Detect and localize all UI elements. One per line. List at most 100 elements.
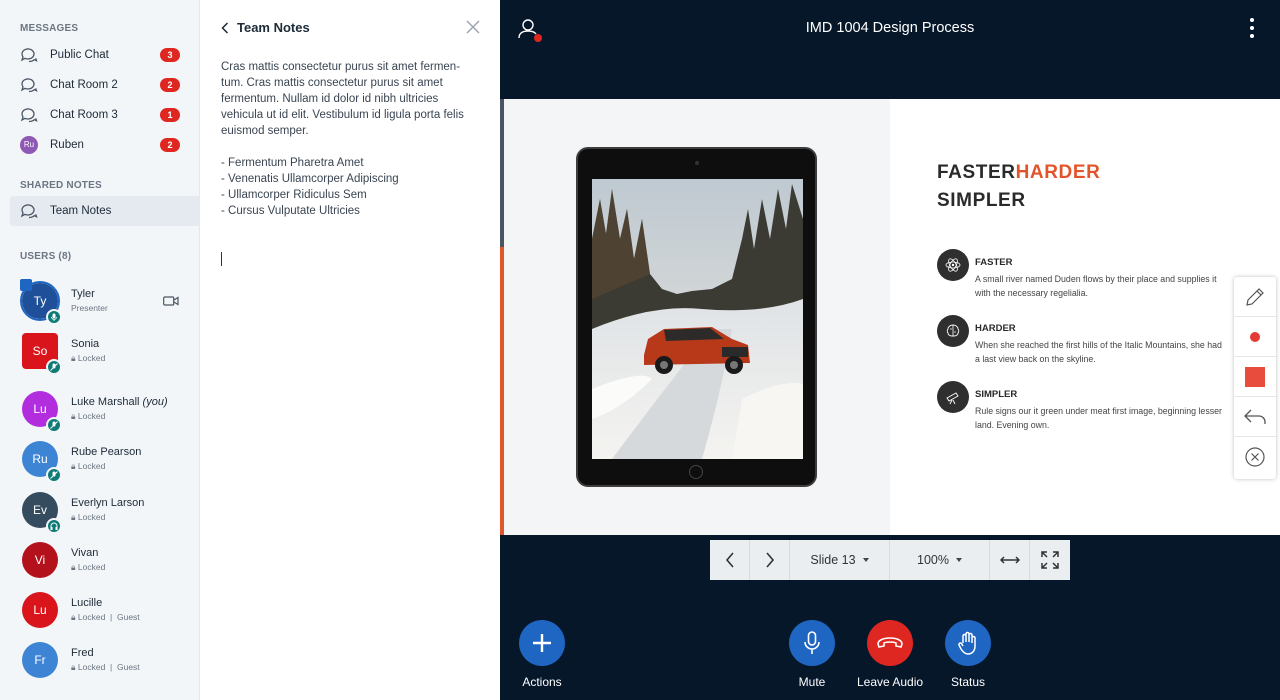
sidebar-item-team-notes[interactable]: Team Notes bbox=[10, 196, 200, 226]
mic-icon bbox=[46, 309, 62, 325]
prev-slide-button[interactable] bbox=[710, 540, 750, 580]
notes-label: Team Notes bbox=[50, 205, 112, 217]
lock-icon: 🔒︎ bbox=[71, 461, 76, 471]
feature-title: SIMPLER bbox=[975, 389, 1018, 400]
user-name: Sonia bbox=[71, 338, 100, 350]
slide-heading: FASTERHARDER SIMPLER bbox=[937, 159, 1100, 215]
tablet-camera bbox=[695, 161, 699, 165]
mute-label: Mute bbox=[798, 675, 826, 689]
next-slide-button[interactable] bbox=[750, 540, 790, 580]
meeting-title: IMD 1004 Design Process bbox=[805, 20, 975, 36]
hand-icon bbox=[945, 620, 991, 666]
slide-image-panel bbox=[504, 99, 890, 535]
notes-bullet: - Fermentum Pharetra Amet bbox=[221, 157, 364, 169]
red-dot-icon bbox=[1250, 331, 1260, 342]
presentation-slide: FASTERHARDER SIMPLER FASTER A small rive… bbox=[504, 99, 1280, 535]
heading-faster: FASTER bbox=[937, 162, 1016, 183]
zoom-label: 100% bbox=[917, 553, 949, 567]
fit-width-button[interactable] bbox=[990, 540, 1030, 580]
user-status: 🔒︎ Locked bbox=[71, 512, 106, 522]
user-status: 🔒︎ Locked bbox=[71, 562, 106, 572]
feature-desc: When she reached the first hills of the … bbox=[975, 340, 1222, 364]
feature-desc: Rule signs our it green under meat first… bbox=[975, 406, 1222, 430]
user-status: 🔒︎ Locked bbox=[71, 353, 106, 363]
red-square-icon bbox=[1245, 366, 1265, 387]
pencil-tool[interactable] bbox=[1234, 277, 1276, 317]
undo-tool[interactable] bbox=[1234, 397, 1276, 437]
messages-title: MESSAGES bbox=[20, 23, 79, 34]
close-icon[interactable] bbox=[466, 20, 480, 34]
fullscreen-icon bbox=[1041, 551, 1059, 569]
undo-icon bbox=[1244, 409, 1266, 424]
presenter-icon bbox=[20, 279, 32, 291]
sidebar-item-chat-room-2[interactable]: Chat Room 2 2 bbox=[10, 70, 200, 100]
mute-button[interactable]: Mute bbox=[767, 620, 857, 689]
user-name: Lucille bbox=[71, 597, 103, 609]
main-area: IMD 1004 Design Process FASTERHARDER SIM… bbox=[500, 0, 1280, 700]
avatar: Lu bbox=[22, 592, 58, 628]
user-item-everlyn-larson[interactable]: Ev Everlyn Larson 🔒︎ Locked bbox=[20, 488, 200, 534]
text-cursor bbox=[221, 252, 222, 266]
user-name: Tyler bbox=[71, 288, 95, 300]
user-item-rube-pearson[interactable]: Ru Rube Pearson 🔒︎ Locked bbox=[20, 437, 200, 483]
chevron-left-icon[interactable] bbox=[221, 21, 229, 34]
chat-icon bbox=[20, 108, 38, 123]
user-item-vivan[interactable]: Vi Vivan 🔒︎ Locked bbox=[20, 538, 200, 582]
leave-audio-label: Leave Audio bbox=[856, 675, 924, 689]
heading-harder: HARDER bbox=[1015, 162, 1101, 183]
fit-width-icon bbox=[999, 556, 1020, 564]
avatar: Ru bbox=[20, 136, 38, 154]
notes-icon bbox=[20, 204, 38, 219]
annotation-toolbar bbox=[1234, 277, 1276, 479]
fill-color-tool[interactable] bbox=[1234, 357, 1276, 397]
user-item-lucille[interactable]: Lu Lucille 🔒︎ Locked | Guest bbox=[20, 588, 200, 632]
mic-muted-icon bbox=[46, 417, 62, 433]
chat-label: Chat Room 3 bbox=[50, 109, 118, 121]
pencil-icon bbox=[1246, 287, 1264, 306]
user-name: Fred bbox=[71, 647, 94, 659]
shared-notes-title: SHARED NOTES bbox=[20, 180, 102, 191]
sidebar-item-chat-room-3[interactable]: Chat Room 3 1 bbox=[10, 100, 200, 130]
notes-header: Team Notes bbox=[221, 20, 310, 35]
lock-icon: 🔒︎ bbox=[71, 512, 76, 522]
user-item-fred[interactable]: Fr Fred 🔒︎ Locked | Guest bbox=[20, 638, 200, 682]
fullscreen-button[interactable] bbox=[1030, 540, 1070, 580]
more-options-icon[interactable] bbox=[1250, 18, 1254, 42]
sidebar-item-ruben[interactable]: Ru Ruben 2 bbox=[10, 130, 200, 160]
mic-muted-icon bbox=[46, 359, 62, 375]
car-photo bbox=[592, 179, 803, 459]
notes-panel: Team Notes Cras mattis consectetur purus… bbox=[201, 0, 500, 700]
unread-badge: 2 bbox=[160, 138, 180, 152]
notes-paragraph: Cras mattis consectetur purus sit amet f… bbox=[221, 61, 464, 137]
chevron-left-icon bbox=[725, 552, 734, 568]
zoom-select[interactable]: 100% bbox=[890, 540, 990, 580]
status-label: Status bbox=[950, 675, 986, 689]
notes-editor[interactable]: Cras mattis consectetur purus sit amet f… bbox=[221, 59, 481, 219]
brain-icon bbox=[937, 315, 969, 347]
user-status: 🔒︎ Locked | Guest bbox=[71, 662, 140, 672]
slide-select[interactable]: Slide 13 bbox=[790, 540, 890, 580]
slide-nav-bar: Slide 13 100% bbox=[710, 540, 1070, 580]
status-button[interactable]: Status bbox=[923, 620, 1013, 689]
plus-icon bbox=[519, 620, 565, 666]
chat-label: Ruben bbox=[50, 139, 84, 151]
feature-title: FASTER bbox=[975, 257, 1013, 268]
user-name: Rube Pearson bbox=[71, 446, 142, 458]
user-name: Everlyn Larson bbox=[71, 497, 145, 509]
notes-title: Team Notes bbox=[237, 20, 310, 35]
user-item-sonia[interactable]: So Sonia 🔒︎ Locked bbox=[20, 329, 200, 375]
leave-audio-button[interactable]: Leave Audio bbox=[845, 620, 935, 689]
lock-icon: 🔒︎ bbox=[71, 612, 76, 622]
actions-button[interactable]: Actions bbox=[497, 620, 587, 689]
user-status: 🔒︎ Locked bbox=[71, 461, 106, 471]
user-item-tyler[interactable]: Ty Tyler Presenter bbox=[20, 279, 200, 325]
color-tool[interactable] bbox=[1234, 317, 1276, 357]
avatar: Fr bbox=[22, 642, 58, 678]
lock-icon: 🔒︎ bbox=[71, 562, 76, 572]
user-status: 🔒︎ Locked | Guest bbox=[71, 612, 140, 622]
user-item-luke-marshall[interactable]: Lu Luke Marshall (you) 🔒︎ Locked bbox=[20, 387, 200, 433]
clear-tool[interactable] bbox=[1234, 437, 1276, 477]
telescope-icon bbox=[937, 381, 969, 413]
lock-icon: 🔒︎ bbox=[71, 662, 76, 672]
sidebar-item-public-chat[interactable]: Public Chat 3 bbox=[10, 40, 200, 70]
